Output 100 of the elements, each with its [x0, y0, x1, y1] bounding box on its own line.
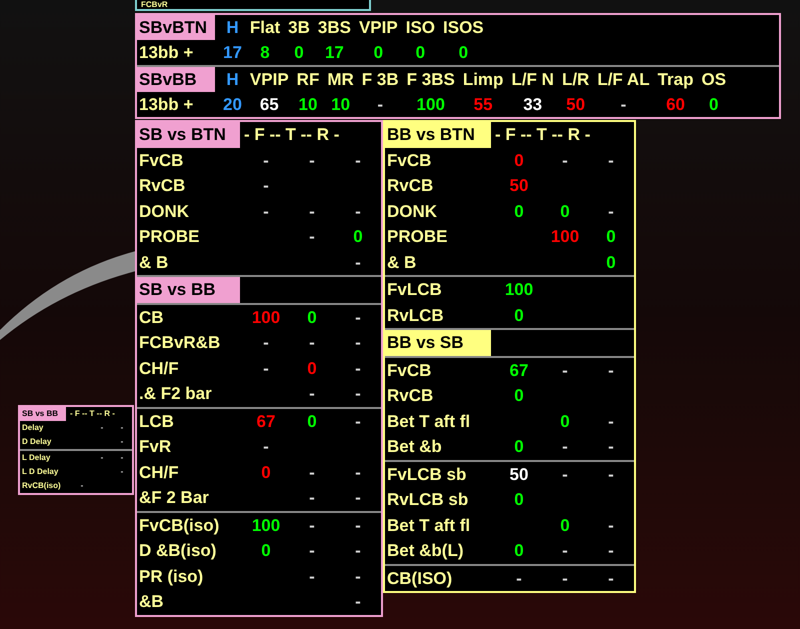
stat-header: Flat	[250, 17, 280, 39]
stat-header: L/F AL	[597, 69, 650, 91]
panel-title: FCBvR	[141, 1, 168, 9]
stat-value: -	[309, 226, 315, 248]
column-header: - F -- T -- R -	[243, 124, 340, 146]
stat-label: CH/F	[138, 358, 180, 380]
stat-header: RF	[296, 69, 320, 91]
stat-value: 0	[606, 226, 616, 248]
stat-value: -	[309, 383, 315, 405]
stat-value: -	[355, 383, 361, 405]
stat-value: -	[80, 480, 84, 492]
stack-range-label: 13bb +	[138, 94, 194, 116]
stat-header: F 3BS	[406, 69, 455, 91]
stat-header: Trap	[658, 69, 694, 91]
stat-header: L/F N	[511, 69, 554, 91]
stat-value: 100	[416, 94, 445, 116]
stat-label: PR (iso)	[138, 566, 204, 588]
stat-value: 8	[260, 42, 270, 64]
stat-value: -	[516, 568, 522, 590]
stat-value: -	[263, 436, 269, 458]
stat-value: 100	[550, 226, 580, 248]
stat-label: FvR	[138, 436, 172, 458]
stat-value: -	[120, 422, 124, 434]
stat-label: D Delay	[21, 436, 52, 448]
stat-value: -	[355, 566, 361, 588]
stat-value: 0	[514, 150, 524, 172]
stat-value: -	[120, 452, 124, 464]
stat-label: FvCB(iso)	[138, 514, 220, 536]
stat-value: -	[309, 566, 315, 588]
stat-header: ISO	[406, 17, 436, 39]
stat-label: Bet T aft fl	[386, 410, 472, 432]
stat-value: -	[355, 410, 361, 432]
stat-label: & B	[386, 252, 418, 274]
stat-value: -	[355, 462, 361, 484]
stat-value: -	[562, 540, 568, 562]
stat-value: -	[608, 200, 614, 222]
stat-header: F 3B	[362, 69, 399, 91]
section-title: BB vs SB	[385, 330, 491, 356]
stat-label: RvCB	[138, 175, 186, 197]
stack-range-label: 13bb +	[138, 42, 194, 64]
stat-value: 0	[294, 42, 304, 64]
stat-value: 100	[252, 306, 280, 328]
stat-value: 50	[510, 175, 528, 197]
stat-header: OS	[701, 69, 726, 91]
stat-value: 0	[514, 436, 524, 458]
stat-value: 10	[298, 94, 318, 116]
stat-header: VPIP	[250, 69, 289, 91]
stat-value: -	[608, 436, 614, 458]
stat-value: 20	[223, 94, 242, 116]
stat-value: 100	[252, 514, 280, 536]
stat-header: 3B	[288, 17, 310, 39]
section-title: SB vs BTN	[137, 122, 240, 148]
stat-value: 0	[458, 42, 468, 64]
stat-value: 0	[374, 42, 384, 64]
section-title: SB vs BB	[137, 277, 240, 302]
stat-value: 0	[514, 540, 524, 562]
stat-value: 50	[566, 94, 586, 116]
stat-label: FvLCB sb	[386, 464, 468, 486]
stat-value: 0	[709, 94, 718, 116]
stat-value: 67	[510, 360, 528, 382]
group-title: SBvBB	[137, 67, 215, 92]
stat-label: Delay	[21, 422, 44, 434]
stat-value: -	[355, 487, 361, 509]
group-title: SBvBTN	[137, 15, 215, 40]
section-title: SB vs BB	[20, 407, 66, 421]
stat-value: -	[309, 540, 315, 562]
stat-value: -	[355, 150, 361, 172]
stat-value: -	[263, 150, 269, 172]
stat-header: ISOS	[443, 17, 484, 39]
stat-value: -	[608, 410, 614, 432]
stat-value: 0	[514, 385, 524, 407]
stat-value: 100	[504, 279, 534, 301]
stat-value: -	[620, 94, 626, 116]
stat-label: FvLCB	[386, 279, 443, 301]
stat-header: Limp	[462, 69, 504, 91]
stat-value: -	[562, 360, 568, 382]
stat-label: RvCB	[386, 385, 434, 407]
stat-value: -	[355, 332, 361, 354]
stat-header: L/R	[562, 69, 590, 91]
stat-value: -	[562, 568, 568, 590]
stat-value: -	[608, 540, 614, 562]
stat-label: &F 2 Bar	[138, 487, 210, 509]
stat-label: Bet &b(L)	[386, 540, 464, 562]
stat-value: -	[608, 150, 614, 172]
stat-label: .& F2 bar	[138, 383, 213, 405]
stat-label: FvCB	[386, 150, 432, 172]
stat-label: Bet T aft fl	[386, 514, 472, 536]
stat-value: -	[309, 487, 315, 509]
stat-label: DONK	[138, 200, 190, 222]
stat-value: 50	[510, 464, 528, 486]
stat-label: D &B(iso)	[138, 540, 218, 562]
stat-value: 65	[260, 94, 279, 116]
stat-value: 0	[560, 200, 570, 222]
stat-value: -	[355, 306, 361, 328]
stat-header: H	[226, 17, 239, 39]
stat-value: -	[355, 358, 361, 380]
stat-value: 0	[560, 514, 570, 536]
stat-value: 33	[523, 94, 542, 116]
stat-value: 0	[416, 42, 426, 64]
stat-label: &B	[138, 591, 165, 613]
